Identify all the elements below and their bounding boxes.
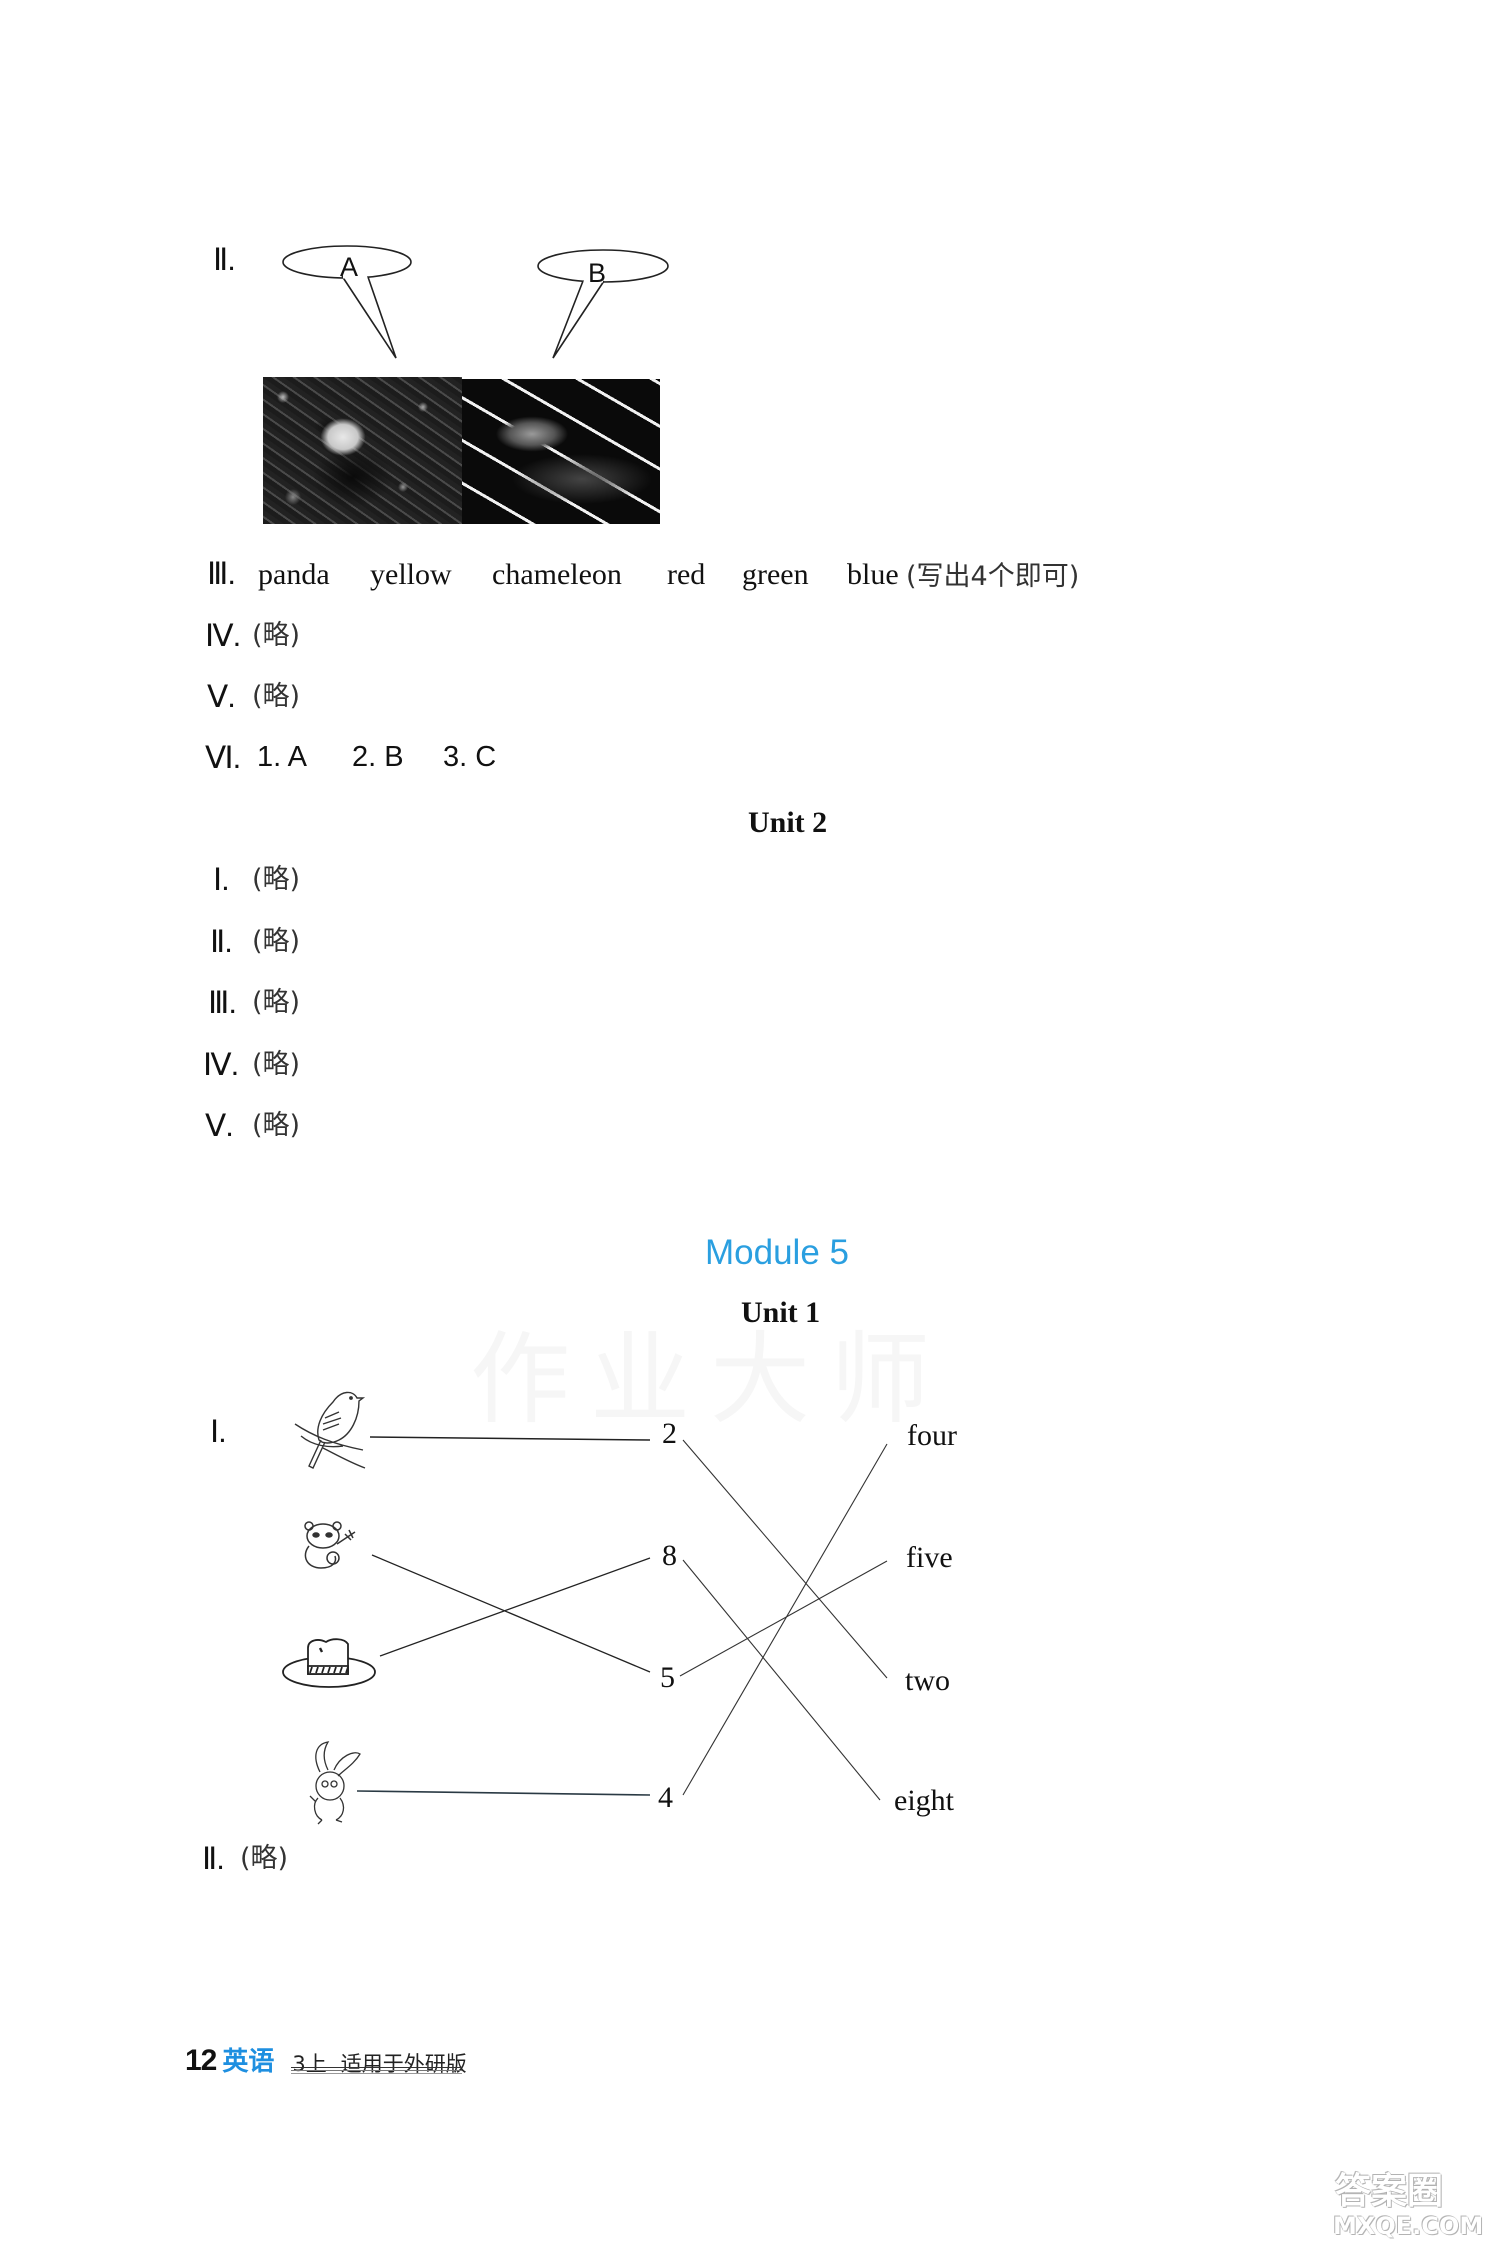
rabbit-icon (309, 1741, 361, 1825)
question-label: Ⅴ. (207, 679, 236, 714)
answer-omitted: (略) (252, 681, 301, 712)
match-line-2-two (682, 1439, 888, 1679)
choice-answer: 3. C (443, 741, 497, 773)
bubble-a-label: A (340, 252, 358, 282)
match-line-8-eight (682, 1559, 881, 1801)
question-label: Ⅱ. (202, 1841, 225, 1876)
match-number: 2 (662, 1417, 677, 1450)
answer-omitted: (略) (252, 987, 301, 1018)
match-word: five (906, 1541, 953, 1574)
answer-omitted: (略) (252, 620, 301, 651)
match-line-hat-8 (379, 1557, 651, 1657)
panda-photo (263, 377, 462, 524)
question-label: Ⅳ. (203, 1047, 239, 1082)
match-line-bird-2 (369, 1436, 651, 1441)
answer-word: green (742, 558, 809, 591)
module-title: Module 5 (705, 1233, 849, 1272)
question-label: Ⅲ. (208, 985, 237, 1020)
answer-omitted: (略) (252, 1110, 301, 1141)
site-watermark-logo: 答案圈 (1335, 2171, 1444, 2212)
question-label: Ⅰ. (213, 862, 230, 897)
chameleon-photo (462, 379, 660, 524)
speech-bubble-a: A (282, 245, 412, 359)
bird-icon (294, 1391, 366, 1469)
choice-answer: 2. B (352, 741, 404, 773)
match-line-rabbit-4 (356, 1790, 651, 1796)
match-word: eight (894, 1784, 954, 1817)
footer-underline (291, 2067, 462, 2068)
subject-label: 英语 (222, 2047, 275, 2077)
answer-omitted: (略) (240, 1843, 289, 1874)
speech-bubbles: A B (282, 245, 669, 359)
site-watermark-url: MXQE.COM (1333, 2212, 1484, 2240)
question-label: Ⅴ. (205, 1108, 234, 1143)
answer-word: yellow (370, 558, 452, 591)
footer-underline (291, 2073, 462, 2074)
match-line-5-five (679, 1560, 888, 1677)
answer-word: red (667, 558, 706, 591)
panda-icon (304, 1521, 356, 1569)
match-number: 8 (662, 1539, 677, 1572)
footer-underline (291, 2070, 462, 2071)
question-label: Ⅵ. (205, 740, 241, 775)
answer-omitted: (略) (252, 1049, 301, 1080)
answer-word: blue (847, 558, 899, 591)
choice-answer: 1. A (257, 741, 307, 773)
answer-note: (写出4个即可) (906, 561, 1080, 592)
match-word: two (905, 1664, 950, 1697)
question-label: Ⅱ. (210, 924, 233, 959)
answer-omitted: (略) (252, 864, 301, 895)
speech-bubble-b: B (537, 249, 669, 359)
page-number: 12 (185, 2044, 217, 2077)
match-word: four (907, 1419, 957, 1452)
matching-diagram (282, 1391, 888, 1825)
match-number: 4 (658, 1781, 673, 1814)
answer-word: chameleon (492, 558, 622, 591)
question-label: Ⅳ. (205, 618, 241, 653)
unit-title: Unit 1 (741, 1296, 821, 1329)
answer-omitted: (略) (252, 926, 301, 957)
match-number: 5 (660, 1661, 675, 1694)
unit-title: Unit 2 (748, 806, 828, 839)
bubble-b-label: B (588, 258, 606, 288)
question-3-row: Ⅲ. (207, 558, 241, 589)
answer-word: panda (258, 558, 330, 591)
hat-icon (282, 1638, 376, 1688)
match-line-4-four (682, 1443, 888, 1796)
question-label: Ⅲ. (207, 556, 236, 591)
